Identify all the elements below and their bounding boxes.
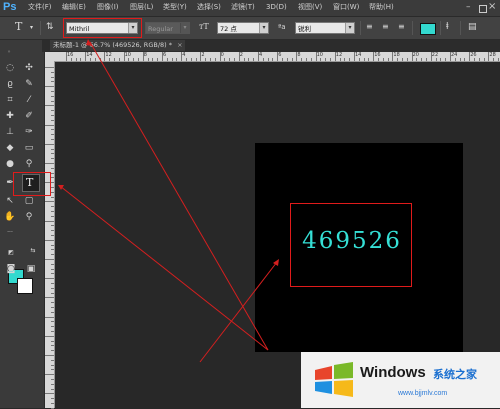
windows-logo (315, 362, 353, 397)
arrow-to-text (199, 261, 278, 363)
arrowhead-font-box (86, 39, 92, 46)
watermark-tagline: 系统之家 (433, 368, 477, 381)
arrow-to-type-tool (59, 185, 269, 351)
watermark-url: www.bjjmlv.com (398, 390, 448, 397)
arrowhead-text (273, 259, 279, 266)
watermark-brand: Windows (360, 364, 426, 381)
arrowhead-type-tool (58, 185, 64, 190)
annotation-arrows (58, 39, 279, 363)
arrow-to-font-box (89, 41, 269, 351)
